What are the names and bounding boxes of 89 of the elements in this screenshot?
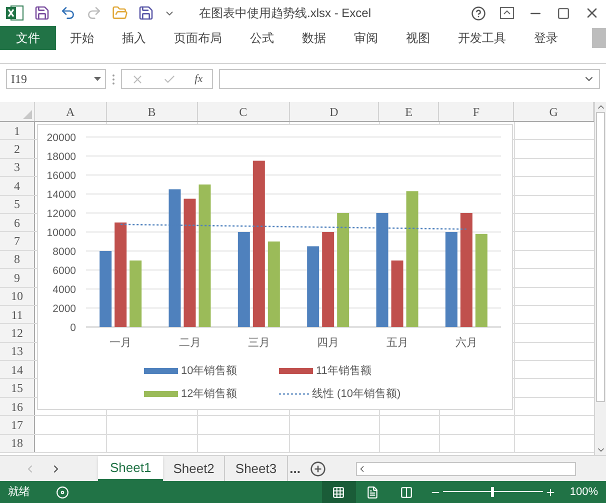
file-tab[interactable]: 文件: [0, 26, 56, 50]
row-header[interactable]: 6: [0, 214, 35, 232]
row-header[interactable]: 16: [0, 398, 35, 416]
ribbon-tab[interactable]: 开发工具: [444, 26, 520, 50]
save-icon[interactable]: [34, 5, 50, 21]
legend-line-icon: [279, 392, 309, 396]
row-header[interactable]: 7: [0, 232, 35, 250]
undo-icon[interactable]: [60, 5, 76, 21]
ribbon-tab[interactable]: 开始: [56, 26, 108, 50]
axis-tick-label: 0: [70, 322, 76, 333]
row-header[interactable]: 17: [0, 416, 35, 434]
ribbon-tab[interactable]: 公式: [236, 26, 288, 50]
row-header[interactable]: 13: [0, 342, 35, 360]
category-label: 一月: [110, 336, 132, 351]
zoom-in-icon[interactable]: [544, 486, 556, 498]
zoom-percent[interactable]: 100%: [570, 484, 598, 500]
legend-swatch: [279, 368, 313, 374]
legend-label: 11年销售额: [316, 364, 372, 379]
row-header[interactable]: 11: [0, 306, 35, 324]
grid-icon: [332, 486, 346, 498]
record-macro-icon[interactable]: [56, 486, 69, 498]
row-header[interactable]: 15: [0, 379, 35, 397]
save-as-icon[interactable]: [138, 5, 154, 21]
name-box[interactable]: I19: [6, 69, 106, 89]
legend-swatch: [144, 368, 178, 374]
row-header[interactable]: 1: [0, 122, 35, 140]
axis-tick-label: 20000: [46, 132, 76, 144]
axis-tick-label: 12000: [46, 208, 76, 220]
help-icon[interactable]: [471, 6, 486, 20]
ribbon-tab[interactable]: 页面布局: [160, 26, 236, 50]
column-header[interactable]: B: [106, 102, 198, 121]
ribbon-tab[interactable]: 插入: [108, 26, 160, 50]
drag-handle-icon[interactable]: [112, 74, 115, 84]
ribbon-tab[interactable]: 视图: [392, 26, 444, 50]
sheet-tab[interactable]: Sheet1: [98, 456, 164, 481]
axis-tick-label: 4000: [52, 284, 76, 296]
column-header[interactable]: F: [439, 102, 514, 121]
category-label: 六月: [455, 336, 478, 351]
maximize-icon[interactable]: [557, 6, 570, 20]
more-sheets[interactable]: ...: [290, 458, 300, 478]
row-header[interactable]: 2: [0, 140, 35, 158]
zoom-thumb[interactable]: [491, 487, 494, 497]
bar: [130, 260, 142, 327]
axis-tick-label: 14000: [46, 189, 76, 201]
row-header[interactable]: 9: [0, 269, 35, 287]
axis-tick-label: 10000: [46, 227, 76, 239]
status-text: 就绪: [8, 484, 30, 500]
category-label: 五月: [386, 336, 408, 351]
formula-input[interactable]: [219, 69, 600, 89]
category-label: 三月: [248, 336, 270, 351]
row-header[interactable]: 18: [0, 434, 35, 452]
column-header[interactable]: C: [198, 102, 290, 121]
zoom-slider[interactable]: [442, 487, 543, 497]
axis-tick-label: 6000: [52, 265, 76, 277]
horizontal-scrollbar[interactable]: [356, 462, 576, 476]
axis-tick-label: 18000: [46, 151, 76, 163]
legend-label: 线性 (10年销售额): [312, 386, 401, 402]
view-button[interactable]: [322, 481, 356, 503]
legend-label: 12年销售额: [181, 386, 238, 402]
row-header[interactable]: 3: [0, 158, 35, 176]
ribbon-tab[interactable]: 登录: [520, 26, 572, 50]
row-header[interactable]: 8: [0, 250, 35, 268]
ribbon-display-icon[interactable]: [500, 7, 514, 19]
dropdown-icon: [94, 77, 101, 81]
category-label: 四月: [317, 336, 340, 351]
insert-function-button[interactable]: fx: [194, 70, 203, 88]
row-header[interactable]: 4: [0, 177, 35, 195]
row-header[interactable]: 10: [0, 288, 35, 305]
category-label: 二月: [178, 336, 201, 351]
row-header[interactable]: 14: [0, 361, 35, 378]
column-header[interactable]: A: [34, 102, 107, 121]
ribbon-tab[interactable]: 数据: [288, 26, 340, 50]
page-icon: [366, 486, 380, 498]
scrollbar-thumb[interactable]: [596, 112, 605, 402]
row-header[interactable]: 12: [0, 324, 35, 342]
axis-tick-label: 16000: [46, 170, 76, 182]
window-title: 在图表中使用趋势线.xlsx - Excel: [199, 5, 372, 22]
legend-swatch: [144, 390, 178, 397]
axis-tick-label: 2000: [52, 303, 76, 315]
ribbon-tab[interactable]: 审阅: [340, 26, 392, 50]
columns-icon: [400, 486, 414, 498]
bar: [391, 260, 404, 327]
column-header[interactable]: E: [379, 102, 440, 121]
row-header[interactable]: 5: [0, 196, 35, 213]
new-sheet-icon[interactable]: [310, 460, 326, 476]
spreadsheet-app-icon[interactable]: [6, 5, 24, 21]
axis-tick-label: 8000: [52, 246, 76, 258]
column-header[interactable]: D: [290, 102, 380, 121]
legend-label: 10年销售额: [181, 364, 238, 379]
